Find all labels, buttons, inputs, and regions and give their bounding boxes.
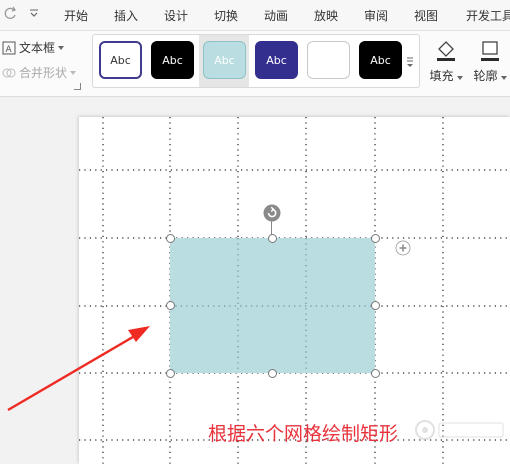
style-label: Abc xyxy=(110,53,131,67)
shape-style-4[interactable]: Abc xyxy=(255,41,298,79)
shape-style-5[interactable] xyxy=(307,41,350,79)
shape-style-2[interactable]: Abc xyxy=(151,41,194,79)
menu-bar: 开始 插入 设计 切换 动画 放映 审阅 视图 开发工具 xyxy=(0,0,510,31)
chevron-down-icon xyxy=(456,76,463,80)
rotate-handle-icon[interactable] xyxy=(263,204,281,222)
style-label: Abc xyxy=(370,53,391,67)
shape-style-3[interactable]: Abc xyxy=(203,41,246,79)
quick-add-icon[interactable] xyxy=(395,240,411,256)
resize-handle-top[interactable] xyxy=(268,234,277,243)
menu-animation[interactable]: 动画 xyxy=(264,7,288,24)
fill-bucket-icon xyxy=(437,41,455,61)
menu-view[interactable]: 视图 xyxy=(414,7,438,24)
gallery-more-icon[interactable] xyxy=(405,55,415,69)
outline-label: 轮廓 xyxy=(473,69,498,83)
menu-home[interactable]: 开始 xyxy=(64,7,88,24)
chevron-down-icon xyxy=(500,76,507,80)
fill-label: 填充 xyxy=(429,69,454,83)
resize-handle-bottom-left[interactable] xyxy=(166,369,175,378)
textbox-icon: A xyxy=(2,41,16,55)
style-label: Abc xyxy=(266,53,287,67)
menu-developer[interactable]: 开发工具 xyxy=(466,7,510,24)
style-label: Abc xyxy=(214,53,235,67)
shape-inner-gridlines xyxy=(170,238,375,373)
annotation-caption: 根据六个网格绘制矩形 xyxy=(208,423,399,445)
resize-handle-top-right[interactable] xyxy=(371,234,380,243)
textbox-label: 文本框 xyxy=(19,41,56,55)
redo-icon[interactable] xyxy=(4,6,18,20)
menu-review[interactable]: 审阅 xyxy=(364,7,388,24)
menu-design[interactable]: 设计 xyxy=(164,7,188,24)
menu-slideshow[interactable]: 放映 xyxy=(314,7,338,24)
resize-handle-bottom-right[interactable] xyxy=(371,369,380,378)
outline-button[interactable]: 轮廓 xyxy=(468,35,510,87)
resize-handle-bottom[interactable] xyxy=(268,369,277,378)
resize-handle-right[interactable] xyxy=(371,301,380,310)
menu-transitions[interactable]: 切换 xyxy=(214,7,238,24)
textbox-button[interactable]: A 文本框 xyxy=(2,39,65,56)
fill-button[interactable]: 填充 xyxy=(424,35,468,87)
outline-icon xyxy=(481,41,499,61)
resize-handle-top-left[interactable] xyxy=(166,234,175,243)
merge-shapes-label: 合并形状 xyxy=(19,66,68,80)
menu-insert[interactable]: 插入 xyxy=(114,7,138,24)
group-launcher-icon[interactable] xyxy=(74,83,81,90)
svg-text:A: A xyxy=(6,45,13,55)
merge-shapes-button[interactable]: 合并形状 xyxy=(2,64,77,81)
style-label: Abc xyxy=(162,53,183,67)
resize-handle-left[interactable] xyxy=(166,301,175,310)
watermark-logo xyxy=(415,420,504,440)
quick-access-dropdown-icon[interactable] xyxy=(28,7,40,19)
rotation-connector xyxy=(271,221,272,235)
shape-style-6[interactable]: Abc xyxy=(359,41,402,79)
chevron-down-icon xyxy=(58,45,65,50)
ribbon: A 文本框 合并形状 Abc Abc Abc Abc Abc 填充 轮廓 xyxy=(0,31,510,97)
slide-canvas[interactable]: 根据六个网格绘制矩形 xyxy=(79,117,510,464)
chevron-down-icon xyxy=(70,70,77,75)
shape-style-1[interactable]: Abc xyxy=(99,41,142,79)
shape-style-gallery: Abc Abc Abc Abc Abc xyxy=(92,34,420,88)
merge-shapes-icon xyxy=(2,68,16,77)
